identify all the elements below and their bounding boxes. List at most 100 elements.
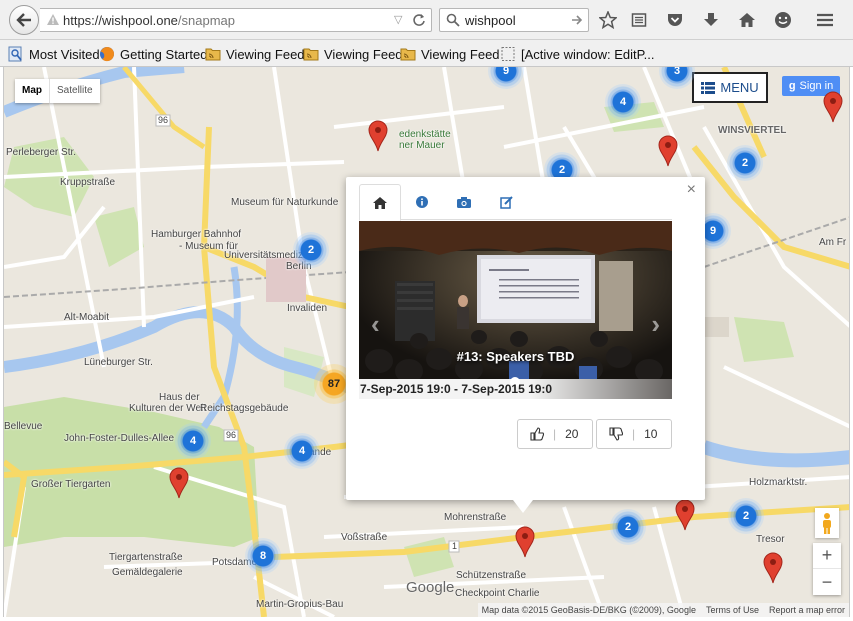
route-shield-96: 96 bbox=[226, 430, 237, 440]
search-go-arrow-icon[interactable] bbox=[571, 13, 583, 27]
cluster-count: 4 bbox=[189, 435, 197, 447]
rss-icon bbox=[303, 46, 319, 62]
tab-info[interactable] bbox=[401, 184, 443, 220]
bookmark-label: Most Visited bbox=[29, 46, 100, 62]
map-type-map-button[interactable]: Map bbox=[15, 79, 49, 103]
zoom-in-button[interactable]: + bbox=[813, 543, 841, 569]
cluster-count: 2 bbox=[624, 521, 632, 533]
street-view-pegman-icon[interactable] bbox=[815, 508, 839, 538]
map-type-control: Map Satellite bbox=[15, 79, 100, 103]
poi-label: Gemäldegalerie bbox=[112, 567, 183, 578]
camera-icon bbox=[457, 196, 471, 208]
list-icon bbox=[701, 81, 716, 94]
back-button[interactable] bbox=[9, 5, 39, 35]
carousel-next-arrow-icon[interactable]: › bbox=[651, 309, 660, 340]
map-type-satellite-button[interactable]: Satellite bbox=[49, 79, 100, 103]
url-path: /snapmap bbox=[177, 13, 235, 28]
terms-of-use-link[interactable]: Terms of Use bbox=[706, 605, 759, 615]
poi-label: Bellevue bbox=[4, 421, 43, 432]
street-label: Alt-Moabit bbox=[64, 312, 110, 323]
bookmark-most-visited[interactable]: Most Visited bbox=[8, 45, 100, 63]
poi-label: Kulturen der Welt bbox=[129, 403, 207, 414]
url-dropdown-icon[interactable]: ▽ bbox=[394, 13, 402, 26]
marker-cluster[interactable]: 2 bbox=[727, 145, 763, 181]
bookmark-viewing-feed-1[interactable]: Viewing Feed bbox=[205, 45, 305, 63]
tab-edit[interactable] bbox=[485, 184, 527, 220]
search-icon bbox=[446, 13, 460, 27]
map-pin-icon[interactable] bbox=[658, 135, 678, 167]
search-doc-icon bbox=[8, 46, 24, 62]
home-icon bbox=[373, 196, 387, 209]
street-label: John-Foster-Dulles-Allee bbox=[64, 433, 175, 444]
carousel-prev-arrow-icon[interactable]: ‹ bbox=[371, 309, 380, 340]
pocket-icon[interactable] bbox=[665, 10, 685, 30]
popup-tabs bbox=[359, 184, 672, 221]
marker-cluster[interactable]: 2 bbox=[728, 498, 764, 534]
tab-photos[interactable] bbox=[443, 184, 485, 220]
cluster-count: 4 bbox=[298, 445, 306, 457]
marker-cluster[interactable]: 2 bbox=[610, 509, 646, 545]
download-icon[interactable] bbox=[701, 10, 721, 30]
street-label: Tiergartenstraße bbox=[109, 552, 183, 563]
report-map-error-link[interactable]: Report a map error bbox=[769, 605, 845, 615]
menu-button[interactable]: MENU bbox=[692, 72, 768, 103]
thumbs-up-icon bbox=[530, 427, 544, 441]
marker-cluster[interactable]: 8 bbox=[245, 538, 281, 574]
event-photo bbox=[359, 221, 672, 399]
map-pin-icon[interactable] bbox=[823, 91, 843, 123]
bookmark-label: Getting Started bbox=[120, 46, 208, 62]
street-label: Am Fr bbox=[819, 237, 847, 248]
cluster-count: 3 bbox=[673, 67, 681, 77]
thumbs-down-icon bbox=[609, 427, 623, 441]
map-pin-icon[interactable] bbox=[515, 526, 535, 558]
map-pin-icon[interactable] bbox=[368, 120, 388, 152]
warning-triangle-icon bbox=[47, 14, 59, 25]
search-bar[interactable]: wishpool bbox=[439, 8, 589, 32]
cluster-count: 2 bbox=[741, 157, 749, 169]
event-title: #13: Speakers TBD bbox=[456, 349, 575, 364]
bookmark-star-icon[interactable] bbox=[598, 10, 618, 30]
reload-icon[interactable] bbox=[412, 13, 426, 27]
marker-cluster[interactable]: 2 bbox=[293, 232, 329, 268]
district-label: WINSVIERTEL bbox=[718, 125, 787, 136]
vote-separator: | bbox=[632, 427, 636, 441]
map-pin-icon[interactable] bbox=[675, 499, 695, 531]
event-photo-carousel[interactable]: ‹ › #13: Speakers TBD 7-Sep-2015 19:0 - … bbox=[359, 221, 672, 399]
bookmark-label: Viewing Feed bbox=[324, 46, 403, 62]
cluster-count: 2 bbox=[307, 244, 315, 256]
popup-close-button[interactable]: × bbox=[687, 181, 696, 199]
event-date-range: 7-Sep-2015 19:0 - 7-Sep-2015 19:0 bbox=[359, 379, 672, 399]
map-pin-icon[interactable] bbox=[763, 552, 783, 584]
tab-home[interactable] bbox=[359, 184, 401, 221]
vote-separator: | bbox=[553, 427, 557, 441]
bookmarks-bar: Most Visited Getting Started Viewing Fee… bbox=[0, 40, 853, 67]
url-bar[interactable]: https://wishpool.one/snapmap ▽ bbox=[40, 8, 432, 32]
dislike-button[interactable]: | 10 bbox=[596, 419, 672, 449]
street-label: Kruppstraße bbox=[60, 177, 116, 188]
street-label: Voßstraße bbox=[341, 532, 388, 543]
bookmark-getting-started[interactable]: Getting Started bbox=[99, 45, 207, 63]
rss-icon bbox=[400, 46, 416, 62]
bookmark-active-window[interactable]: [Active window: EditP... bbox=[500, 45, 654, 63]
map-attribution: Map data ©2015 GeoBasis-DE/BKG (©2009), … bbox=[477, 603, 849, 617]
poi-label: Checkpoint Charlie bbox=[455, 588, 540, 599]
smiley-icon[interactable] bbox=[773, 10, 793, 30]
info-icon bbox=[416, 196, 428, 208]
zoom-out-button[interactable]: − bbox=[813, 569, 841, 595]
blank-page-icon bbox=[500, 46, 516, 62]
route-shield-1: 1 bbox=[452, 541, 458, 551]
marker-cluster[interactable]: 4 bbox=[175, 423, 211, 459]
cluster-count: 87 bbox=[327, 378, 341, 390]
like-button[interactable]: | 20 bbox=[517, 419, 593, 449]
bookmark-viewing-feed-2[interactable]: Viewing Feed bbox=[303, 45, 403, 63]
like-count: 20 bbox=[565, 427, 579, 441]
poi-label: Haus der bbox=[159, 392, 200, 403]
marker-cluster[interactable]: 4 bbox=[284, 433, 320, 469]
map-pin-icon[interactable] bbox=[169, 467, 189, 499]
home-icon[interactable] bbox=[737, 10, 757, 30]
hamburger-menu-icon[interactable] bbox=[815, 10, 835, 30]
bookmark-viewing-feed-3[interactable]: Viewing Feed bbox=[400, 45, 500, 63]
marker-cluster[interactable]: 4 bbox=[605, 84, 641, 120]
map-data-credit: Map data ©2015 GeoBasis-DE/BKG (©2009), … bbox=[481, 605, 696, 615]
reading-list-icon[interactable] bbox=[629, 10, 649, 30]
